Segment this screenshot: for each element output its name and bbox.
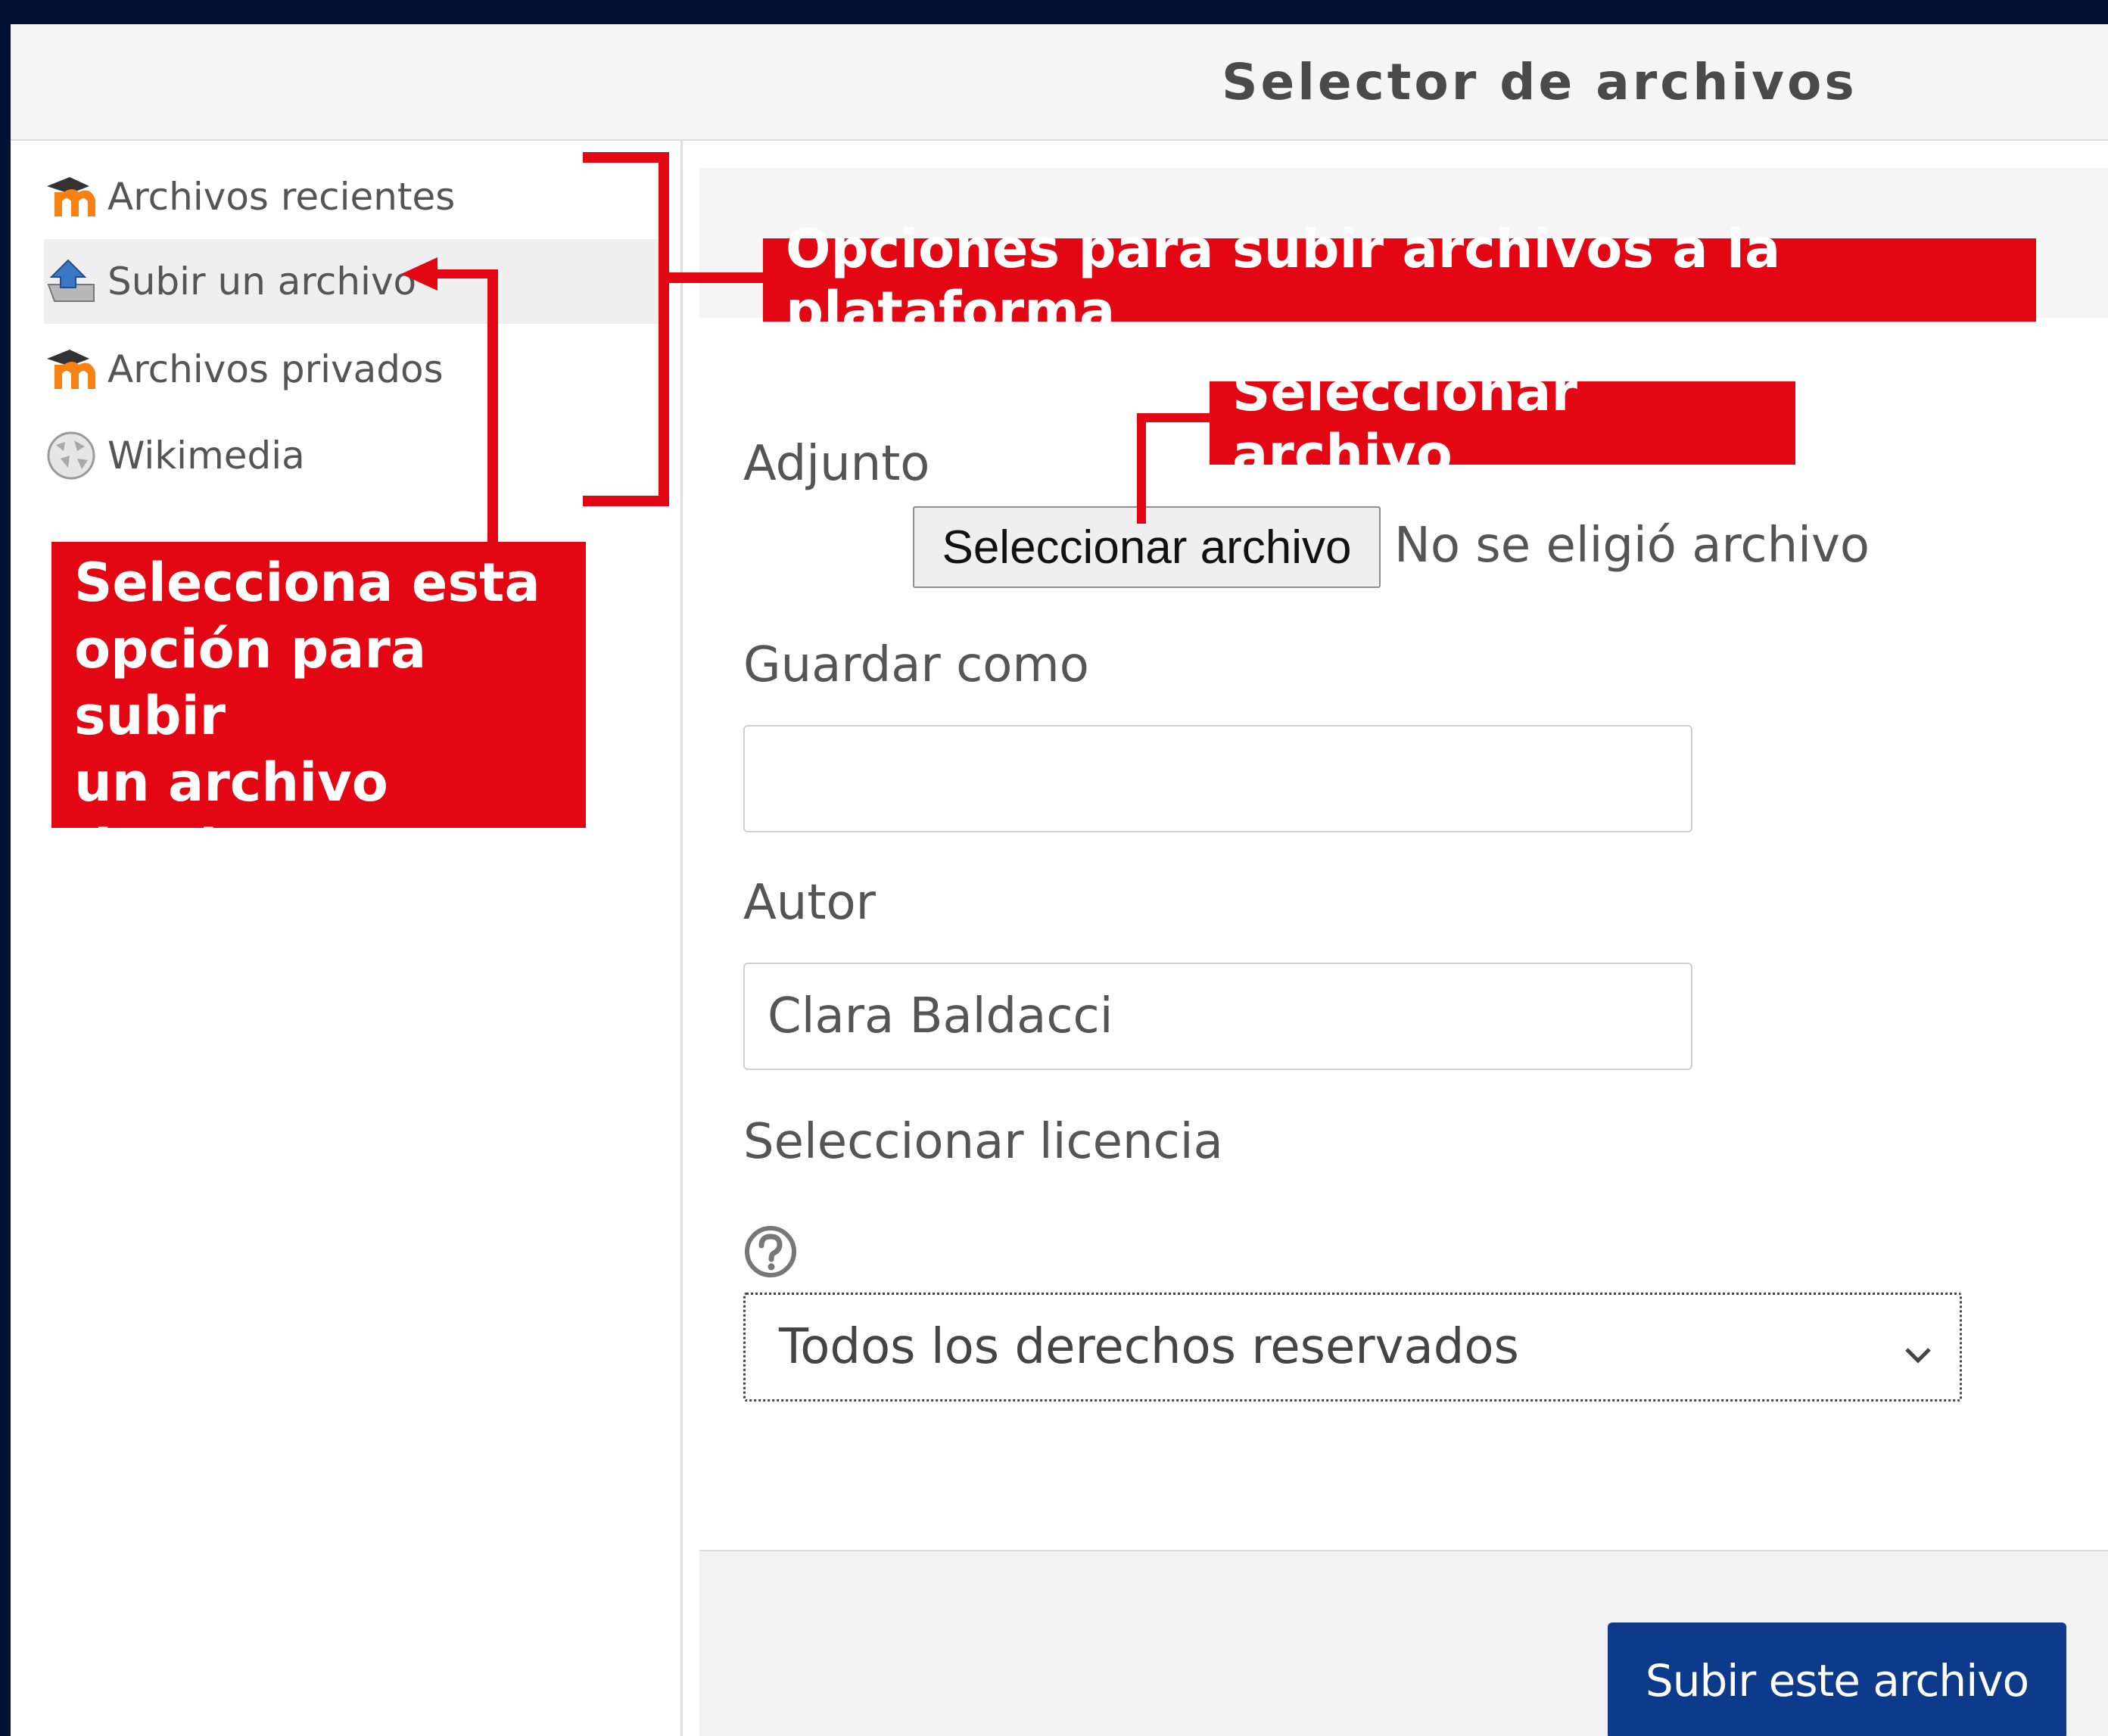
moodle-logo-icon xyxy=(44,170,98,224)
upload-icon xyxy=(44,254,98,309)
upload-panel: Adjunto Seleccionar archivo No se eligió… xyxy=(683,141,2108,1736)
sidebar-item-upload-file[interactable]: Subir un archivo xyxy=(44,239,662,324)
sidebar-item-label: Archivos recientes xyxy=(107,175,456,219)
author-label: Autor xyxy=(743,875,876,931)
moodle-logo-icon xyxy=(44,342,98,397)
dialog-title: Selector de archivos xyxy=(1222,53,1857,111)
sidebar-item-wikimedia[interactable]: Wikimedia xyxy=(44,413,662,498)
sidebar-item-label: Wikimedia xyxy=(107,434,305,478)
panel-toolbar xyxy=(699,168,2108,318)
save-as-input[interactable] xyxy=(743,725,1692,832)
author-input[interactable]: Clara Baldacci xyxy=(743,963,1692,1070)
chevron-down-icon xyxy=(1899,1330,1937,1367)
sidebar-item-recent-files[interactable]: Archivos recientes xyxy=(44,154,662,239)
license-select[interactable]: Todos los derechos reservados xyxy=(743,1293,1962,1402)
no-file-chosen-text: No se eligió archivo xyxy=(1394,518,1870,574)
dialog-header: Selector de archivos xyxy=(11,24,2108,141)
upload-this-file-button[interactable]: Subir este archivo xyxy=(1608,1622,2066,1736)
file-picker-dialog: Selector de archivos Archivos recientes … xyxy=(11,24,2108,1736)
attachment-label: Adjunto xyxy=(743,436,930,492)
wikipedia-globe-icon xyxy=(44,428,98,483)
panel-footer: Subir este archivo xyxy=(699,1550,2108,1736)
repository-sidebar: Archivos recientes Subir un archivo Arch… xyxy=(11,141,683,1736)
save-as-label: Guardar como xyxy=(743,637,1089,693)
license-selected-value: Todos los derechos reservados xyxy=(779,1319,1519,1375)
sidebar-item-private-files[interactable]: Archivos privados xyxy=(44,327,662,412)
help-icon[interactable] xyxy=(743,1224,798,1279)
sidebar-item-label: Archivos privados xyxy=(107,347,444,391)
choose-file-button[interactable]: Seleccionar archivo xyxy=(913,506,1381,588)
sidebar-item-label: Subir un archivo xyxy=(107,260,417,303)
license-label: Seleccionar licencia xyxy=(743,1114,1223,1170)
